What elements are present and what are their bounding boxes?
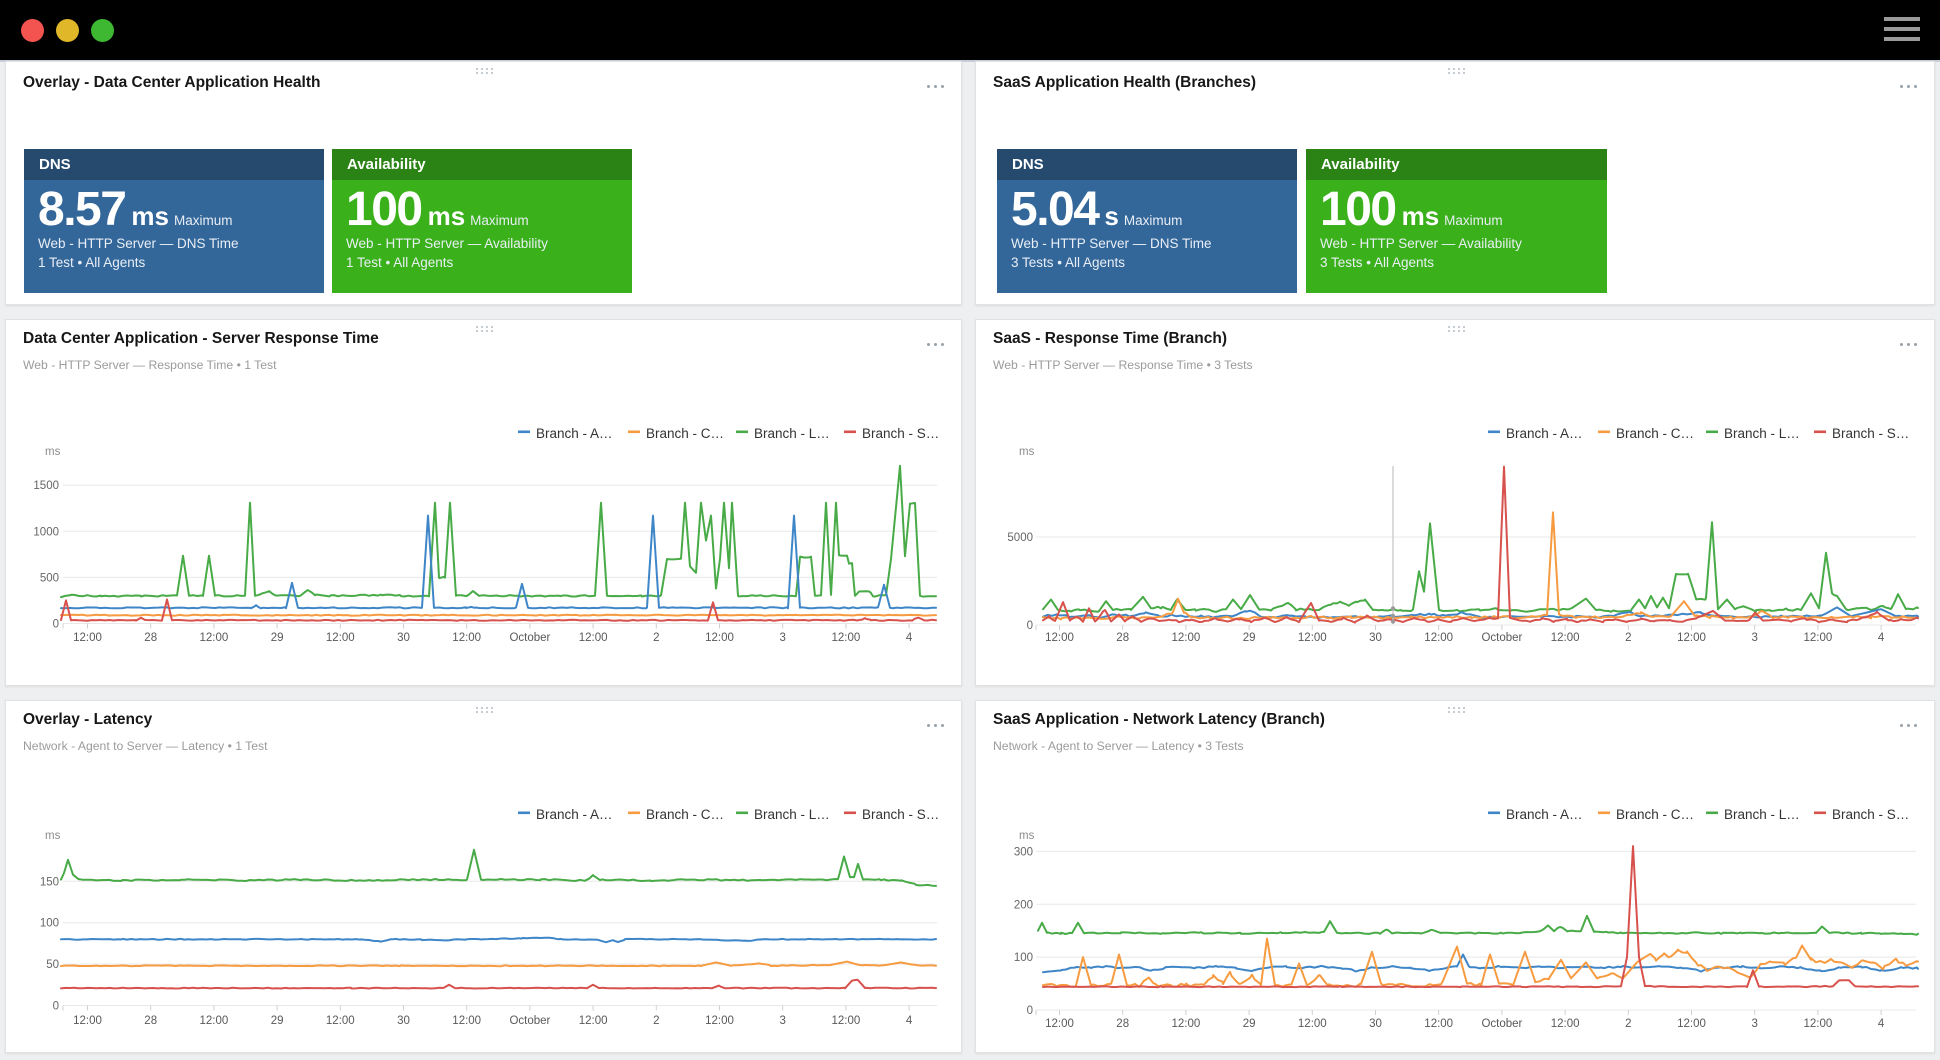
svg-text:Branch - A…: Branch - A… [1506, 807, 1583, 822]
svg-text:12:00: 12:00 [200, 1015, 229, 1027]
svg-text:Branch - C…: Branch - C… [646, 807, 724, 822]
svg-text:October: October [509, 632, 550, 644]
svg-text:29: 29 [1243, 1018, 1256, 1030]
svg-text:300: 300 [1014, 846, 1033, 858]
svg-text:Branch - A…: Branch - A… [1506, 426, 1583, 441]
svg-text:2: 2 [1625, 1018, 1631, 1030]
svg-text:12:00: 12:00 [1804, 632, 1833, 644]
svg-text:0: 0 [53, 619, 59, 631]
svg-text:30: 30 [397, 632, 410, 644]
svg-text:Branch - L…: Branch - L… [754, 807, 830, 822]
svg-text:October: October [1481, 1018, 1522, 1030]
svg-text:Branch - L…: Branch - L… [1724, 426, 1800, 441]
svg-text:12:00: 12:00 [579, 632, 608, 644]
svg-text:1500: 1500 [33, 480, 59, 492]
svg-text:0: 0 [1027, 1005, 1033, 1017]
svg-text:Branch - L…: Branch - L… [754, 426, 830, 441]
svg-text:12:00: 12:00 [832, 1015, 861, 1027]
svg-text:12:00: 12:00 [705, 1015, 734, 1027]
svg-text:50: 50 [46, 959, 59, 971]
svg-text:12:00: 12:00 [1551, 632, 1580, 644]
svg-text:2: 2 [653, 1015, 659, 1027]
svg-text:Branch - C…: Branch - C… [646, 426, 724, 441]
svg-text:12:00: 12:00 [452, 1015, 481, 1027]
svg-text:12:00: 12:00 [73, 632, 102, 644]
svg-text:Branch - S…: Branch - S… [862, 426, 939, 441]
svg-text:12:00: 12:00 [1424, 1018, 1453, 1030]
svg-text:2: 2 [1625, 632, 1631, 644]
svg-text:Branch - S…: Branch - S… [1832, 807, 1909, 822]
svg-text:5000: 5000 [1007, 532, 1033, 544]
svg-text:30: 30 [1369, 632, 1382, 644]
svg-text:Branch - A…: Branch - A… [536, 426, 613, 441]
svg-text:12:00: 12:00 [1298, 632, 1327, 644]
svg-text:30: 30 [397, 1015, 410, 1027]
svg-text:12:00: 12:00 [452, 632, 481, 644]
svg-text:ms: ms [45, 830, 61, 842]
svg-text:100: 100 [1014, 952, 1033, 964]
svg-text:2: 2 [653, 632, 659, 644]
svg-text:Branch - S…: Branch - S… [862, 807, 939, 822]
svg-text:12:00: 12:00 [1804, 1018, 1833, 1030]
svg-text:12:00: 12:00 [832, 632, 861, 644]
svg-text:4: 4 [906, 632, 913, 644]
svg-text:29: 29 [271, 1015, 284, 1027]
svg-text:12:00: 12:00 [705, 632, 734, 644]
svg-text:ms: ms [1019, 446, 1035, 458]
svg-text:12:00: 12:00 [1677, 632, 1706, 644]
svg-text:3: 3 [1751, 632, 1757, 644]
svg-text:4: 4 [1878, 632, 1885, 644]
svg-text:12:00: 12:00 [326, 632, 355, 644]
svg-text:Branch - L…: Branch - L… [1724, 807, 1800, 822]
svg-text:28: 28 [144, 632, 157, 644]
svg-text:12:00: 12:00 [200, 632, 229, 644]
svg-text:Branch - A…: Branch - A… [536, 807, 613, 822]
svg-text:3: 3 [1751, 1018, 1757, 1030]
svg-text:12:00: 12:00 [1172, 632, 1201, 644]
svg-text:12:00: 12:00 [1551, 1018, 1580, 1030]
svg-text:12:00: 12:00 [1298, 1018, 1327, 1030]
svg-text:29: 29 [271, 632, 284, 644]
svg-text:ms: ms [45, 446, 61, 458]
svg-text:28: 28 [1116, 1018, 1129, 1030]
svg-text:1000: 1000 [33, 526, 59, 538]
svg-text:12:00: 12:00 [1045, 632, 1074, 644]
svg-text:Branch - S…: Branch - S… [1832, 426, 1909, 441]
svg-text:500: 500 [40, 572, 59, 584]
svg-text:200: 200 [1014, 899, 1033, 911]
svg-text:Branch - C…: Branch - C… [1616, 426, 1694, 441]
svg-text:3: 3 [779, 1015, 785, 1027]
svg-text:12:00: 12:00 [73, 1015, 102, 1027]
svg-text:100: 100 [40, 918, 59, 930]
svg-text:12:00: 12:00 [326, 1015, 355, 1027]
svg-text:28: 28 [1116, 632, 1129, 644]
svg-text:12:00: 12:00 [1172, 1018, 1201, 1030]
svg-text:28: 28 [144, 1015, 157, 1027]
svg-text:12:00: 12:00 [579, 1015, 608, 1027]
svg-text:12:00: 12:00 [1045, 1018, 1074, 1030]
svg-text:150: 150 [40, 876, 59, 888]
svg-text:4: 4 [1878, 1018, 1885, 1030]
svg-text:0: 0 [1027, 620, 1033, 632]
svg-text:30: 30 [1369, 1018, 1382, 1030]
svg-text:29: 29 [1243, 632, 1256, 644]
svg-text:October: October [1481, 632, 1522, 644]
svg-text:Branch - C…: Branch - C… [1616, 807, 1694, 822]
svg-text:October: October [509, 1015, 550, 1027]
svg-text:0: 0 [53, 1001, 59, 1013]
svg-text:12:00: 12:00 [1424, 632, 1453, 644]
svg-text:ms: ms [1019, 830, 1035, 842]
svg-text:4: 4 [906, 1015, 913, 1027]
svg-text:12:00: 12:00 [1677, 1018, 1706, 1030]
svg-text:3: 3 [779, 632, 785, 644]
